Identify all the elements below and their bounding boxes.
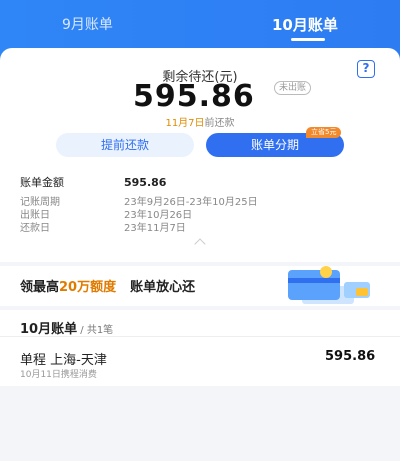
not-billed-badge: 未出账 bbox=[274, 81, 312, 95]
bill-amount-label: 账单金额 bbox=[20, 176, 64, 189]
transaction-subtitle: 10月11日携程消费 bbox=[20, 370, 97, 380]
save-badge: 立省5元 bbox=[306, 127, 342, 138]
promo-card-illustration-icon bbox=[288, 266, 370, 304]
repay-row: 还款日 23年11月7日 bbox=[20, 219, 186, 234]
due-date: 11月7日 bbox=[165, 118, 205, 129]
due-line: 11月7日前还款 bbox=[0, 114, 400, 129]
promo-suffix: 账单放心还 bbox=[130, 280, 196, 295]
help-icon[interactable]: ? bbox=[357, 60, 375, 78]
bill-amount-row: 账单金额 595.86 bbox=[20, 174, 166, 190]
promo-text: 领最高20万额度 账单放心还 bbox=[20, 276, 195, 295]
transaction-name[interactable]: 单程 上海-天津 bbox=[20, 349, 107, 368]
due-suffix: 前还款 bbox=[204, 118, 235, 129]
divider bbox=[0, 336, 400, 337]
repay-value: 23年11月7日 bbox=[124, 223, 186, 234]
transaction-amount: 595.86 bbox=[325, 349, 376, 364]
promo-highlight: 20万额度 bbox=[59, 280, 117, 295]
bill-list-count: / 共1笔 bbox=[77, 325, 114, 336]
tab-october[interactable]: 10月账单 bbox=[272, 14, 338, 34]
bill-list-title: 10月账单 / 共1笔 bbox=[20, 318, 113, 337]
bill-list-month: 10月账单 bbox=[20, 322, 78, 337]
bill-amount-value: 595.86 bbox=[124, 176, 167, 189]
tab-active-indicator bbox=[291, 38, 325, 41]
tab-september[interactable]: 9月账单 bbox=[62, 14, 113, 34]
remaining-amount: 595.86 bbox=[133, 79, 255, 114]
repay-label: 还款日 bbox=[20, 223, 50, 234]
promo-prefix: 领最高 bbox=[20, 280, 60, 295]
early-repay-button[interactable]: 提前还款 bbox=[56, 133, 194, 157]
